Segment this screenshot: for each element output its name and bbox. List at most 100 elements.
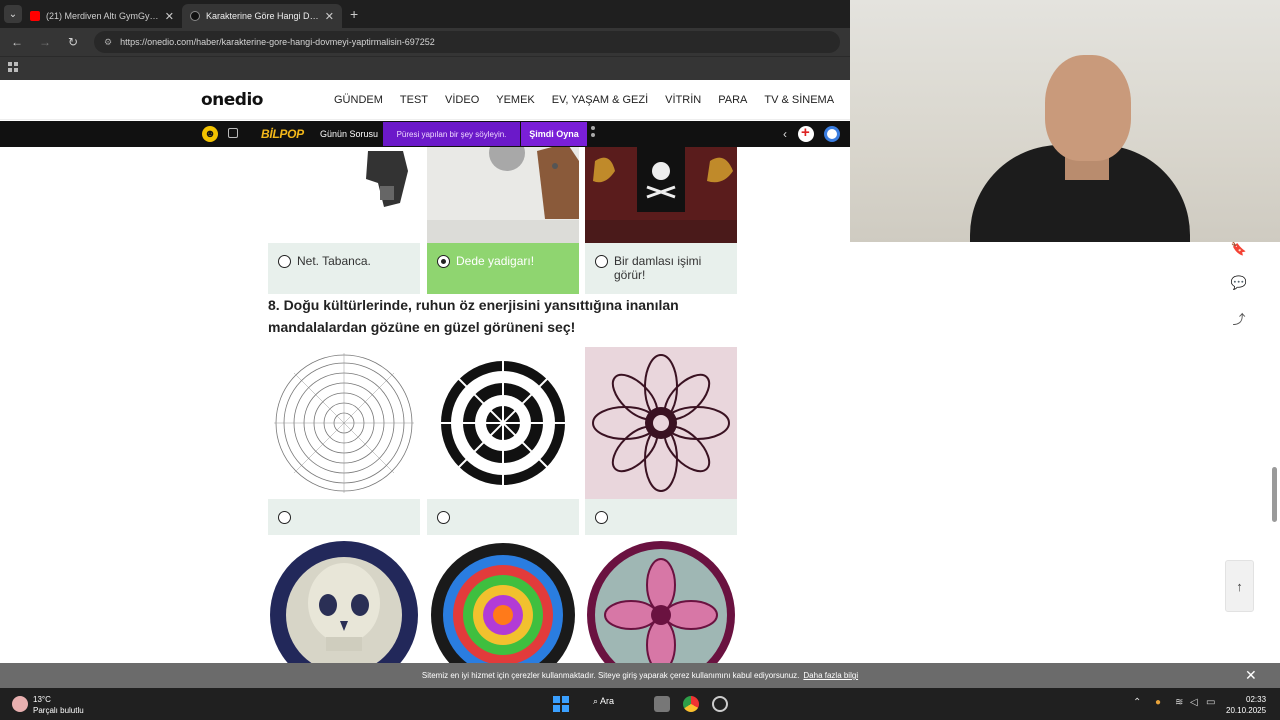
bilpop-logo[interactable]: BİLPOP	[261, 127, 304, 141]
volume-icon[interactable]: ◁	[1190, 697, 1198, 708]
nav-item-para[interactable]: PARA	[718, 94, 747, 106]
option-image	[585, 541, 737, 663]
time: 02:33	[1246, 695, 1267, 704]
option-card-mandala-6[interactable]	[585, 541, 737, 663]
option-row[interactable]	[268, 499, 420, 535]
url-field[interactable]: ⚙ https://onedio.com/haber/karakterine-g…	[94, 31, 840, 53]
webcam-overlay	[850, 0, 1280, 242]
file-explorer-icon[interactable]	[654, 696, 670, 712]
radio-selected-icon[interactable]	[437, 255, 450, 268]
option-label: Net. Tabanca.	[297, 254, 371, 268]
app-icon[interactable]	[712, 696, 728, 712]
nav-item-vitrin[interactable]: VİTRİN	[665, 94, 701, 106]
battery-icon[interactable]: ▭	[1206, 697, 1215, 708]
browser-tab-bar: ⌄ (21) Merdiven Altı GymGyme S... ✕ Kara…	[0, 0, 850, 28]
back-icon[interactable]: ←	[10, 35, 24, 49]
close-tab-icon[interactable]: ✕	[165, 10, 174, 23]
forward-icon[interactable]: →	[38, 35, 52, 49]
option-card-mandala-2[interactable]	[427, 347, 579, 535]
partner-logo-icon[interactable]	[824, 126, 840, 142]
option-card-mandala-3[interactable]	[585, 347, 737, 535]
main-nav: GÜNDEM TEST VİDEO YEMEK EV, YAŞAM & GEZİ…	[334, 94, 884, 106]
webcam-person-head	[1045, 55, 1131, 161]
tab-search-icon[interactable]: ⌄	[4, 5, 22, 23]
windows-taskbar: 13°C Parçalı bulutlu ⌕ Ara ⌃ ● ≋ ◁ ▭ 02:…	[0, 688, 1280, 720]
wifi-icon[interactable]: ≋	[1175, 697, 1183, 708]
url-text: https://onedio.com/haber/karakterine-gor…	[120, 37, 435, 47]
option-card-zehir[interactable]: Bir damlası işimi görür!	[585, 147, 737, 294]
question-title: 8. Doğu kültürlerinde, ruhun öz enerjisi…	[268, 297, 679, 335]
weather-condition: Parçalı bulutlu	[33, 706, 84, 715]
option-row[interactable]	[585, 499, 737, 535]
close-tab-icon[interactable]: ✕	[325, 10, 334, 23]
option-label: Dede yadigarı!	[456, 254, 535, 268]
temperature: 13°C	[33, 695, 51, 704]
option-image	[427, 541, 579, 663]
chrome-icon[interactable]	[683, 696, 699, 712]
tab-youtube[interactable]: (21) Merdiven Altı GymGyme S... ✕	[22, 4, 182, 28]
option-image	[268, 347, 420, 499]
site-header: onedio GÜNDEM TEST VİDEO YEMEK EV, YAŞAM…	[0, 80, 867, 120]
option-card-dede-yadigari[interactable]: Dede yadigarı!	[427, 147, 579, 294]
option-row[interactable]: Dede yadigarı!	[427, 243, 579, 294]
nav-item-video[interactable]: VİDEO	[445, 94, 479, 106]
nav-item-tv-sinema[interactable]: TV & SİNEMA	[764, 94, 834, 106]
radio-icon[interactable]	[437, 511, 450, 524]
reload-icon[interactable]: ↻	[66, 35, 80, 49]
chevron-up-icon[interactable]: ⌃	[1133, 697, 1141, 708]
option-row[interactable]: Net. Tabanca.	[268, 243, 420, 294]
nav-item-gundem[interactable]: GÜNDEM	[334, 94, 383, 106]
cookie-banner: Sitemiz en iyi hizmet için çerezler kull…	[0, 663, 1280, 688]
apps-grid-icon[interactable]	[8, 62, 18, 72]
scroll-to-top-button[interactable]: ↑	[1225, 560, 1254, 612]
radio-icon[interactable]	[595, 511, 608, 524]
close-icon[interactable]: ✕	[1245, 667, 1257, 684]
share-icon[interactable]: ⤴	[1230, 309, 1248, 327]
radio-icon[interactable]	[278, 511, 291, 524]
bookmarks-bar	[0, 56, 850, 80]
option-card-mandala-4[interactable]	[268, 541, 420, 663]
address-bar-row: ← → ↻ ⚙ https://onedio.com/haber/karakte…	[0, 28, 850, 56]
option-image	[585, 347, 737, 499]
start-icon[interactable]	[553, 696, 569, 712]
promo-question[interactable]: Püresi yapılan bir şey söyleyin.	[383, 122, 520, 146]
comments-icon[interactable]: 💬	[1230, 275, 1248, 293]
more-icon[interactable]	[591, 126, 595, 140]
new-tab-icon[interactable]: +	[350, 6, 358, 22]
weather-icon[interactable]	[12, 696, 28, 712]
chevron-left-icon[interactable]: ‹	[783, 127, 787, 141]
option-image	[427, 147, 579, 243]
partner-logo-icon[interactable]	[798, 124, 814, 142]
nav-item-test[interactable]: TEST	[400, 94, 428, 106]
option-row[interactable]: Bir damlası işimi görür!	[585, 243, 737, 294]
play-now-button[interactable]: Şimdi Oyna	[521, 122, 587, 146]
clock[interactable]: 02:33 20.10.2025	[1226, 694, 1266, 716]
tab-onedio[interactable]: Karakterine Göre Hangi Dövme... ✕	[182, 4, 342, 28]
option-label: Bir damlası işimi görür!	[614, 254, 702, 282]
site-logo[interactable]: onedio	[201, 90, 264, 110]
youtube-icon	[30, 11, 40, 21]
microphone-icon[interactable]: ●	[1155, 697, 1161, 708]
option-card-tabanca[interactable]: Net. Tabanca.	[268, 147, 420, 294]
smiley-icon[interactable]: ☻	[202, 126, 218, 142]
radio-icon[interactable]	[278, 255, 291, 268]
option-card-mandala-1[interactable]	[268, 347, 420, 535]
radio-icon[interactable]	[595, 255, 608, 268]
page-scrollbar[interactable]	[1272, 467, 1277, 522]
cookie-text: Sitemiz en iyi hizmet için çerezler kull…	[421, 671, 800, 680]
weather-widget[interactable]: 13°C Parçalı bulutlu	[33, 694, 84, 716]
date: 20.10.2025	[1226, 706, 1267, 715]
cookie-more-link[interactable]: Daha fazla bilgi	[803, 671, 858, 680]
nav-item-yemek[interactable]: YEMEK	[496, 94, 535, 106]
option-image	[268, 147, 420, 243]
nav-item-ev-yasam-gezi[interactable]: EV, YAŞAM & GEZİ	[552, 94, 648, 106]
option-image	[427, 347, 579, 499]
option-row[interactable]	[427, 499, 579, 535]
taskbar-search[interactable]: ⌕ Ara	[593, 696, 614, 707]
game-icon[interactable]	[228, 128, 238, 138]
tab-title: (21) Merdiven Altı GymGyme S...	[46, 11, 159, 21]
bookmark-icon[interactable]: 🔖	[1230, 241, 1248, 259]
option-card-mandala-5[interactable]	[427, 541, 579, 663]
site-info-icon[interactable]: ⚙	[104, 37, 112, 48]
option-image	[585, 147, 737, 243]
